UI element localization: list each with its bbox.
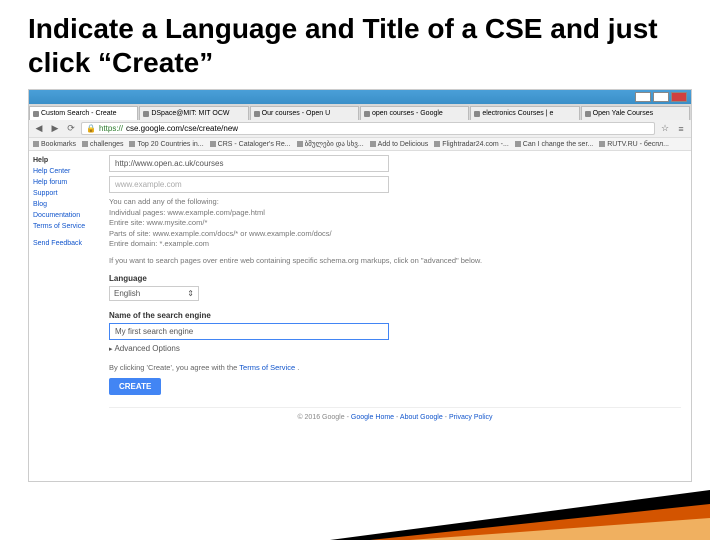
tab-yale[interactable]: Open Yale Courses <box>581 106 690 120</box>
bookmark-icon <box>370 141 376 147</box>
tab-label: Custom Search - Create <box>41 110 116 117</box>
back-icon[interactable]: ◀ <box>33 123 45 135</box>
slide-title: Indicate a Language and Title of a CSE a… <box>0 0 720 85</box>
tab-open-courses[interactable]: open courses - Google <box>360 106 469 120</box>
sidebar-item-blog[interactable]: Blog <box>33 201 95 208</box>
sites-input-placeholder[interactable]: www.example.com <box>109 176 389 193</box>
language-select[interactable]: English ⇕ <box>109 286 199 301</box>
copyright: © 2016 Google <box>297 414 344 421</box>
bookmark-item[interactable]: Add to Delicious <box>370 141 429 148</box>
tab-label: DSpace@MIT: MIT OCW <box>151 110 229 117</box>
tab-label: Our courses - Open U <box>262 110 330 117</box>
favicon-icon <box>33 111 39 117</box>
star-icon[interactable]: ☆ <box>659 123 671 135</box>
sidebar-item-feedback[interactable]: Send Feedback <box>33 240 95 247</box>
bookmark-icon <box>210 141 216 147</box>
bookmark-item[interactable]: ბმულები და სხვ... <box>297 140 364 148</box>
sidebar-item-help-forum[interactable]: Help forum <box>33 179 95 186</box>
sidebar-item-help-center[interactable]: Help Center <box>33 168 95 175</box>
bookmark-item[interactable]: RUTV.RU - беспл... <box>599 141 669 148</box>
favicon-icon <box>254 111 260 117</box>
bookmark-item[interactable]: Can I change the ser... <box>515 141 593 148</box>
create-button[interactable]: CREATE <box>109 378 161 395</box>
favicon-icon <box>143 111 149 117</box>
url-input[interactable]: 🔒 https://cse.google.com/cse/create/new <box>81 122 655 135</box>
help-text: You can add any of the following: Indivi… <box>109 197 681 266</box>
bookmark-item[interactable]: Top 20 Countries in... <box>129 141 203 148</box>
bookmark-icon <box>129 141 135 147</box>
language-value: English <box>114 289 140 298</box>
address-bar: ◀ ▶ ⟳ 🔒 https://cse.google.com/cse/creat… <box>29 120 691 138</box>
name-input[interactable]: My first search engine <box>109 323 389 340</box>
sidebar-item-documentation[interactable]: Documentation <box>33 212 95 219</box>
terms-link[interactable]: Terms of Service <box>239 363 295 372</box>
bookmark-item[interactable]: CRS - Cataloger's Re... <box>210 141 291 148</box>
browser-window: Custom Search - Create DSpace@MIT: MIT O… <box>28 89 692 482</box>
footer-link[interactable]: Google Home <box>351 414 394 421</box>
bookmark-icon <box>297 141 303 147</box>
bookmark-icon <box>82 141 88 147</box>
bookmark-icon <box>599 141 605 147</box>
sidebar-item-terms[interactable]: Terms of Service <box>33 223 95 230</box>
bookmark-item[interactable]: Bookmarks <box>33 141 76 148</box>
chevron-updown-icon: ⇕ <box>187 289 194 298</box>
bookmark-icon <box>515 141 521 147</box>
close-button[interactable] <box>671 92 687 102</box>
lock-icon: 🔒 <box>86 124 96 133</box>
help-sidebar: Help Help Center Help forum Support Blog… <box>29 151 99 481</box>
footer-link[interactable]: About Google <box>400 414 443 421</box>
main-form: http://www.open.ac.uk/courses www.exampl… <box>99 151 691 481</box>
footer-link[interactable]: Privacy Policy <box>449 414 493 421</box>
forward-icon[interactable]: ▶ <box>49 123 61 135</box>
tab-label: open courses - Google <box>372 110 443 117</box>
url-path: cse.google.com/cse/create/new <box>126 124 238 133</box>
tab-electronics[interactable]: electronics Courses | e <box>470 106 579 120</box>
slide-decoration <box>330 480 710 540</box>
favicon-icon <box>585 111 591 117</box>
maximize-button[interactable] <box>653 92 669 102</box>
tab-dspace[interactable]: DSpace@MIT: MIT OCW <box>139 106 248 120</box>
sidebar-heading: Help <box>33 157 95 164</box>
favicon-icon <box>364 111 370 117</box>
reload-icon[interactable]: ⟳ <box>65 123 77 135</box>
sidebar-item-support[interactable]: Support <box>33 190 95 197</box>
tab-our-courses[interactable]: Our courses - Open U <box>250 106 359 120</box>
advanced-options-toggle[interactable]: Advanced Options <box>109 344 681 353</box>
page-content: Help Help Center Help forum Support Blog… <box>29 151 691 481</box>
window-titlebar <box>29 90 691 104</box>
favicon-icon <box>474 111 480 117</box>
sites-input[interactable]: http://www.open.ac.uk/courses <box>109 155 389 172</box>
tab-custom-search[interactable]: Custom Search - Create <box>29 106 138 120</box>
page-footer: © 2016 Google - Google Home - About Goog… <box>109 407 681 427</box>
bookmark-item[interactable]: challenges <box>82 141 123 148</box>
terms-text: By clicking 'Create', you agree with the… <box>109 363 681 372</box>
bookmarks-bar: Bookmarks challenges Top 20 Countries in… <box>29 138 691 151</box>
folder-icon <box>33 141 39 147</box>
menu-icon[interactable]: ≡ <box>675 123 687 135</box>
url-scheme: https:// <box>99 124 123 133</box>
minimize-button[interactable] <box>635 92 651 102</box>
tab-strip: Custom Search - Create DSpace@MIT: MIT O… <box>29 104 691 120</box>
language-label: Language <box>109 274 681 283</box>
name-label: Name of the search engine <box>109 311 681 320</box>
tab-label: electronics Courses | e <box>482 110 553 117</box>
bookmark-item[interactable]: Flightradar24.com -... <box>434 141 509 148</box>
bookmark-icon <box>434 141 440 147</box>
tab-label: Open Yale Courses <box>593 110 653 117</box>
